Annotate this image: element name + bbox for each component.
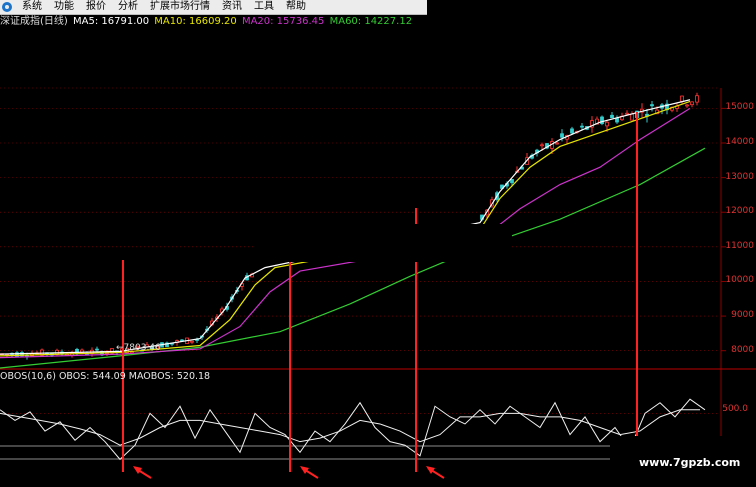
menu-extended-market[interactable]: 扩展市场行情 [144, 0, 216, 14]
candle-body [540, 144, 544, 147]
candle-body [600, 116, 604, 124]
ma60-value: MA60: 14227.12 [329, 16, 413, 27]
candle-body [695, 95, 699, 103]
candle-body [555, 142, 559, 145]
menu-news[interactable]: 资讯 [216, 0, 248, 14]
candle-body [615, 117, 619, 123]
index-title: 深证成指(日线) [0, 16, 68, 27]
candle-body [630, 113, 634, 121]
candle-body [650, 104, 654, 107]
indicator-info-line: 深证成指(日线) MA5: 16791.00 MA10: 16609.20 MA… [0, 15, 427, 29]
price-tick-label: 13000 [725, 171, 754, 182]
candle-body [685, 104, 689, 107]
obos-label: OBOS(10,6) [0, 371, 56, 382]
menu-quote[interactable]: 报价 [80, 0, 112, 14]
app-logo-icon [2, 2, 12, 12]
obos-series-obos [0, 398, 706, 461]
candle-body [610, 114, 614, 119]
menu-analysis[interactable]: 分析 [112, 0, 144, 14]
candle-body [95, 348, 99, 351]
ma5-value: MA5: 16791.00 [73, 16, 150, 27]
price-tick-label: 14000 [725, 137, 754, 147]
ma20-value: MA20: 15736.45 [241, 16, 325, 27]
candle-body [605, 121, 609, 127]
obos-value: OBOS: 544.09 [58, 371, 126, 382]
candle-body [690, 101, 694, 106]
menu-tools[interactable]: 工具 [248, 0, 280, 14]
lowest-price-label: ←7803.46 [116, 343, 161, 353]
menu-system[interactable]: 系统 [16, 0, 48, 14]
candle-body [510, 179, 514, 184]
signal-arrow-head [133, 466, 142, 474]
candle-body [570, 128, 574, 134]
candle-body [680, 95, 684, 102]
menu-help[interactable]: 帮助 [280, 0, 312, 14]
candle-body [560, 133, 564, 138]
candle-body [625, 112, 629, 115]
ma10-value: MA10: 16609.20 [154, 16, 237, 27]
candle-body [580, 125, 584, 128]
candle-body [190, 340, 194, 343]
price-tick-label: 9000 [731, 310, 754, 321]
obos-axis-tick: 500.0 [722, 404, 748, 414]
signal-arrow-head [426, 466, 435, 474]
menu-function[interactable]: 功能 [48, 0, 80, 14]
obscured-region [254, 224, 512, 262]
price-tick-label: 15000 [725, 102, 754, 113]
price-tick-label: 12000 [725, 206, 754, 217]
menu-bar: 系统 功能 报价 分析 扩展市场行情 资讯 工具 帮助 [0, 0, 427, 15]
watermark: www.7gpzb.com [636, 456, 744, 469]
obos-series-maobos [0, 409, 700, 446]
signal-arrow-head [300, 466, 309, 474]
price-tick-label: 11000 [725, 240, 754, 251]
maobos-value: MAOBOS: 520.18 [128, 371, 211, 382]
price-tick-label: 10000 [725, 275, 754, 286]
price-tick-label: 8000 [731, 344, 754, 355]
obos-info-line: OBOS(10,6) OBOS: 544.09 MAOBOS: 520.18 [0, 370, 210, 383]
